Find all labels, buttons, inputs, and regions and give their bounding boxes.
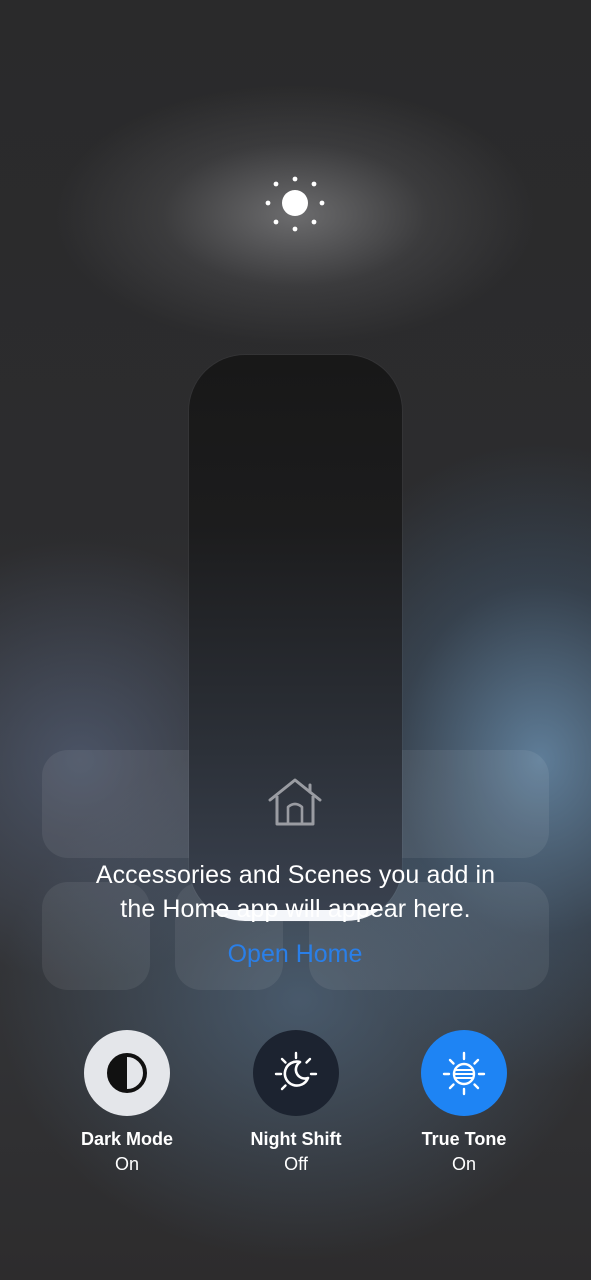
home-empty-message-line1: Accessories and Scenes you add in (95, 861, 496, 889)
night-shift-state: Off (284, 1154, 308, 1174)
night-shift-icon (274, 1051, 318, 1091)
dark-mode-state: On (114, 1154, 139, 1174)
home-empty-message-line2: the Home app will appear here. (120, 895, 471, 923)
night-shift-button[interactable] (253, 1030, 339, 1116)
dark-mode-icon (107, 1053, 147, 1093)
true-tone-label: True Tone (421, 1129, 507, 1149)
night-shift-label: Night Shift (250, 1129, 342, 1149)
true-tone-button[interactable] (421, 1030, 507, 1116)
true-tone-icon (442, 1051, 486, 1096)
open-home-link[interactable]: Open Home (195, 938, 395, 971)
night-shift-toggle[interactable]: Night Shift Off (211, 1030, 381, 1175)
true-tone-state: On (451, 1154, 476, 1174)
brightness-sun-icon (265, 176, 325, 232)
dark-mode-label: Dark Mode (80, 1129, 174, 1149)
brightness-slider[interactable] (189, 355, 402, 921)
home-icon (268, 778, 322, 826)
dark-mode-toggle[interactable]: Dark Mode On (42, 1030, 212, 1175)
dark-mode-button[interactable] (84, 1030, 170, 1116)
true-tone-toggle[interactable]: True Tone On (379, 1030, 549, 1175)
